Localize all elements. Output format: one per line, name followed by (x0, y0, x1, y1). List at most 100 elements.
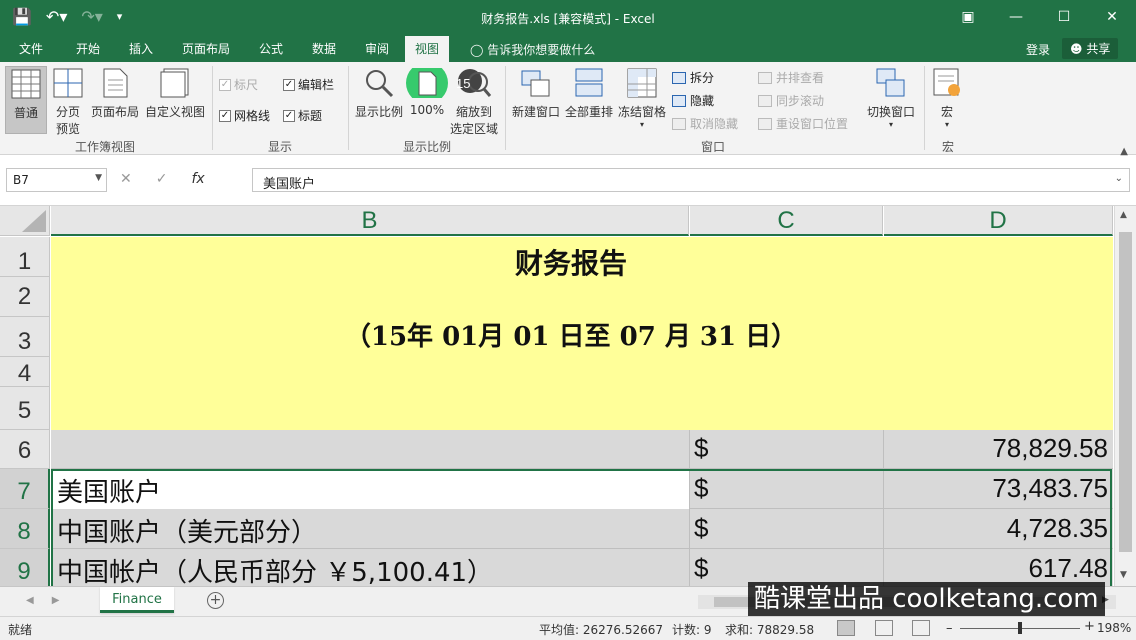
column-header-b[interactable]: B (51, 206, 689, 236)
add-sheet-icon[interactable]: + (207, 592, 224, 609)
worksheet-grid[interactable]: B C D 1 2 3 4 5 6 7 8 9 财务报告 （15年 01月 01… (0, 206, 1136, 586)
select-all-triangle-icon (22, 210, 46, 232)
tab-review[interactable]: 审阅 (365, 40, 389, 57)
next-sheet-icon[interactable]: ▶ (52, 595, 60, 606)
page-layout-icon (103, 68, 128, 98)
tab-page-layout[interactable]: 页面布局 (182, 40, 230, 57)
gridlines-check-box: ✓ (219, 109, 231, 122)
new-window-button[interactable]: 新建窗口 (510, 68, 562, 120)
row-header-6[interactable]: 6 (0, 430, 50, 469)
gridlines-checkbox[interactable]: ✓ 网格线 (219, 107, 270, 124)
column-header-c[interactable]: C (690, 206, 883, 236)
name-box[interactable]: B7 ▼ (6, 168, 107, 192)
row-header-3[interactable]: 3 (0, 317, 50, 357)
column-header-d[interactable]: D (884, 206, 1113, 236)
freeze-panes-button[interactable]: 冻结窗格 ▾ (616, 68, 668, 129)
page-break-preview-button[interactable]: 分页 预览 (50, 68, 86, 137)
expand-formula-bar-icon[interactable]: ⌄ (1115, 173, 1123, 184)
prev-sheet-icon[interactable]: ◀ (26, 595, 34, 606)
zoom-slider-thumb[interactable] (1018, 622, 1022, 634)
tab-home[interactable]: 开始 (76, 40, 100, 57)
normal-view-button[interactable]: 普通 (5, 66, 47, 134)
name-box-dropdown-icon[interactable]: ▼ (95, 173, 102, 183)
scroll-up-icon[interactable]: ▲ (1120, 210, 1127, 220)
zoom-button[interactable]: 显示比例 (352, 68, 406, 120)
zoom-in-icon[interactable]: + (1084, 619, 1095, 634)
page-break-view-icon[interactable] (912, 620, 930, 636)
watermark-banner: 酷课堂出品 coolketang.com (748, 582, 1105, 616)
row-header-2[interactable]: 2 (0, 277, 50, 317)
hide-icon (672, 94, 686, 107)
zoom-to-selection-button[interactable]: 15 缩放到 选定区域 (448, 68, 500, 137)
zoom-100-icon (406, 62, 448, 104)
custom-views-button[interactable]: 自定义视图 (143, 68, 207, 120)
split-button[interactable]: 拆分 (672, 69, 714, 86)
synchronous-scrolling-button[interactable]: 同步滚动 (758, 92, 824, 109)
page-layout-view-button[interactable]: 页面布局 (89, 68, 141, 120)
zoom-level[interactable]: 198% (1097, 621, 1131, 635)
formula-bar-checkbox[interactable]: ✓ 编辑栏 (283, 76, 334, 93)
cancel-icon[interactable]: ✕ (120, 171, 132, 187)
new-window-label: 新建窗口 (511, 105, 560, 119)
login-link[interactable]: 登录 (1026, 41, 1050, 58)
freeze-panes-label: 冻结窗格 (617, 105, 666, 119)
row-header-7[interactable]: 7 (0, 469, 50, 509)
unhide-button[interactable]: 取消隐藏 (672, 115, 738, 132)
hide-label: 隐藏 (690, 94, 715, 108)
status-sum: 求和: 78829.58 (725, 623, 815, 637)
maximize-icon[interactable]: ☐ (1040, 0, 1088, 34)
row-header-1[interactable]: 1 (0, 237, 50, 277)
vertical-scrollbar[interactable]: ▲ ▼ (1114, 206, 1136, 586)
select-all-button[interactable] (0, 206, 50, 236)
enter-icon[interactable]: ✓ (156, 171, 168, 187)
report-date-range: （15年 01月 01 日至 07 月 31 日） (344, 322, 798, 352)
row-header-5[interactable]: 5 (0, 387, 50, 430)
tab-insert[interactable]: 插入 (129, 40, 153, 57)
tab-data[interactable]: 数据 (312, 40, 336, 57)
new-window-icon (521, 70, 550, 97)
reset-window-position-button[interactable]: 重设窗口位置 (758, 115, 848, 132)
page-layout-view-icon[interactable] (875, 620, 893, 636)
zoom-selection-label-2: 选定区域 (449, 122, 498, 136)
ribbon-view: 普通 分页 预览 页面布局 自定义视图 工作簿视图 ✓ 标尺 ✓ 编辑栏 ✓ 网格线 … (0, 62, 1136, 157)
tab-formulas[interactable]: 公式 (259, 40, 283, 57)
lightbulb-icon: ◯ (470, 43, 484, 57)
row-header-4[interactable]: 4 (0, 357, 50, 387)
switch-dropdown-icon: ▾ (888, 120, 893, 129)
status-average: 平均值: 26276.52667 (539, 623, 664, 637)
switch-windows-button[interactable]: 切换窗口 ▾ (864, 68, 918, 129)
gridlines-label: 网格线 (234, 109, 271, 123)
vertical-scroll-thumb[interactable] (1119, 232, 1132, 552)
normal-view-icon[interactable] (837, 620, 855, 636)
row-header-8[interactable]: 8 (0, 509, 50, 549)
switch-windows-label: 切换窗口 (866, 105, 915, 119)
hide-button[interactable]: 隐藏 (672, 92, 714, 109)
minimize-icon[interactable]: — (992, 0, 1040, 34)
arrange-all-button[interactable]: 全部重排 (563, 68, 615, 120)
tab-view[interactable]: 视图 (405, 36, 450, 62)
share-button[interactable]: ☻ 共享 (1062, 38, 1119, 59)
zoom-100-button[interactable]: 100% (402, 62, 452, 117)
headings-label: 标题 (298, 109, 323, 123)
ribbon-display-options-icon[interactable]: ▣ (944, 0, 992, 34)
macros-button[interactable]: 宏 ▾ (928, 68, 966, 129)
close-icon[interactable]: ✕ (1088, 0, 1136, 34)
insert-function-icon[interactable]: fx (191, 171, 204, 187)
row-header-9[interactable]: 9 (0, 549, 50, 586)
ruler-checkbox[interactable]: ✓ 标尺 (219, 76, 258, 93)
view-side-by-side-button[interactable]: 并排查看 (758, 69, 824, 86)
split-label: 拆分 (690, 71, 715, 85)
status-bar: 就绪 平均值: 26276.52667 计数: 9 求和: 78829.58 –… (0, 616, 1136, 640)
group-zoom: 显示比例 (402, 140, 451, 154)
group-workbook-views: 工作簿视图 (74, 140, 135, 154)
tab-file[interactable]: 文件 (19, 40, 43, 57)
formula-input[interactable]: 美国账户 ⌄ (252, 168, 1130, 192)
scroll-down-icon[interactable]: ▼ (1120, 570, 1127, 580)
headings-checkbox[interactable]: ✓ 标题 (283, 107, 322, 124)
zoom-out-icon[interactable]: – (946, 621, 953, 636)
tell-me-search[interactable]: ◯ 告诉我你想要做什么 (470, 41, 595, 58)
ribbon-separator (924, 66, 925, 150)
formula-bar-label: 编辑栏 (298, 78, 335, 92)
macro-icon (933, 68, 960, 96)
sheet-tab-finance[interactable]: Finance (100, 587, 174, 613)
